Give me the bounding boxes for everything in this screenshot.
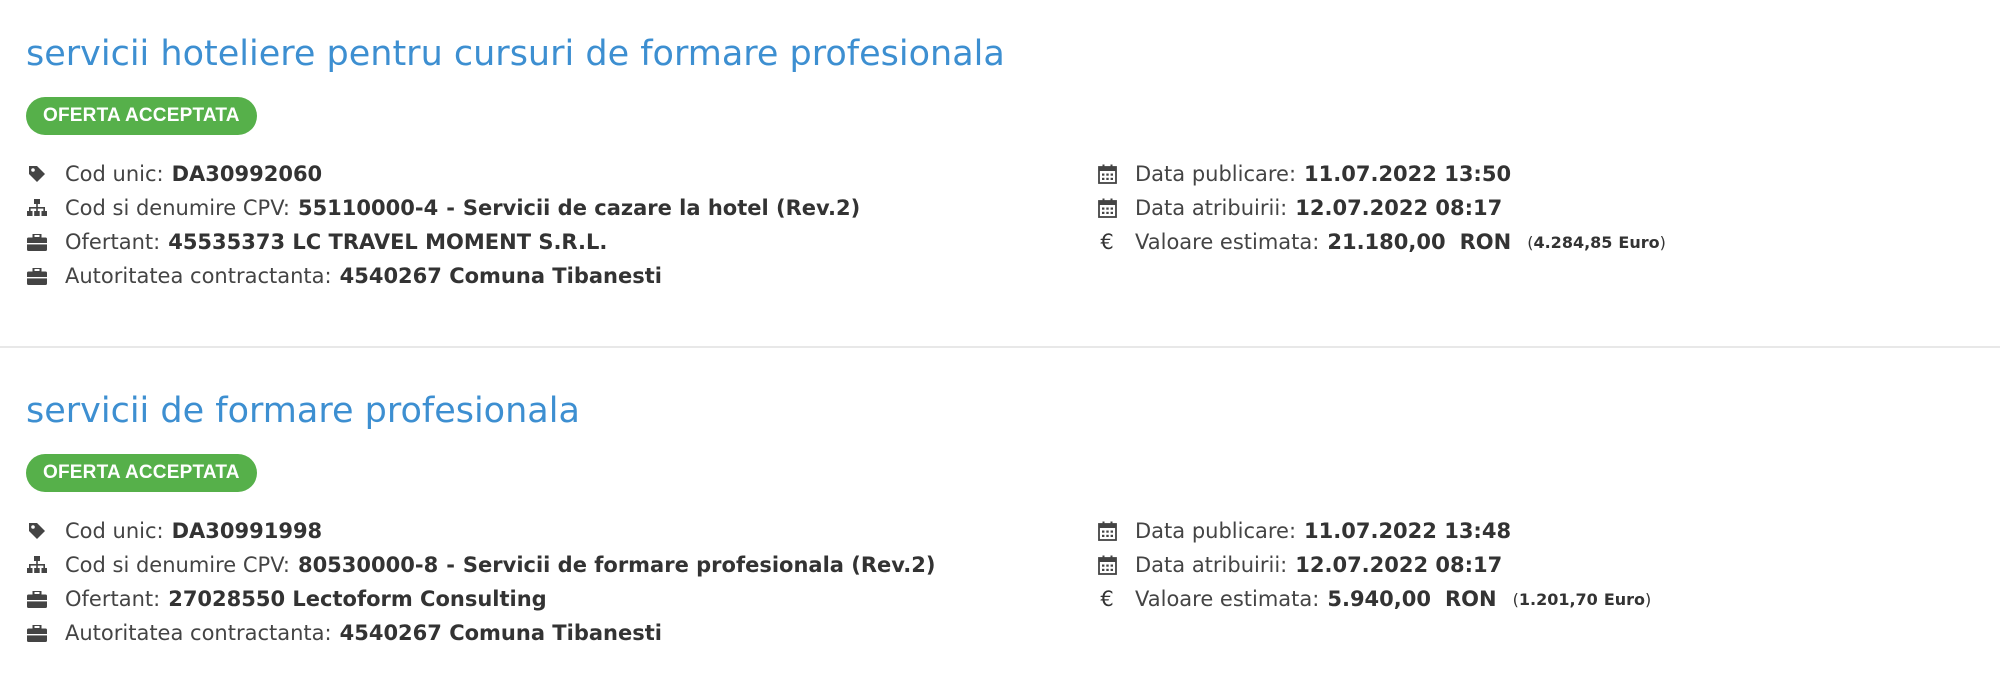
- euro-conversion: (1.201,70 Euro): [1513, 590, 1652, 609]
- listing-title-link[interactable]: servicii hoteliere pentru cursuri de for…: [26, 30, 1005, 78]
- ofertant-value: 45535373 LC TRAVEL MOMENT S.R.L.: [168, 230, 608, 254]
- valoare-currency: RON: [1459, 230, 1512, 254]
- data-atribuirii-label: Data atribuirii:: [1135, 553, 1288, 577]
- cpv-label: Cod si denumire CPV:: [65, 196, 290, 220]
- cpv-row: Cod si denumire CPV: 80530000-8 - Servic…: [26, 548, 935, 582]
- data-publicare-value: 11.07.2022 13:48: [1304, 519, 1512, 543]
- details-right-column: Data publicare: 11.07.2022 13:50 Data at…: [1096, 157, 1666, 259]
- euro-conversion: (4.284,85 Euro): [1527, 233, 1666, 252]
- cod-unic-label: Cod unic:: [65, 519, 164, 543]
- cpv-separator: -: [446, 196, 455, 220]
- ofertant-value: 27028550 Lectoform Consulting: [168, 587, 547, 611]
- autoritate-label: Autoritatea contractanta:: [65, 621, 332, 645]
- status-badge: OFERTA ACCEPTATA: [26, 454, 257, 492]
- euro-icon: €: [1100, 587, 1114, 611]
- details-left-column: Cod unic: DA30992060 Cod si denumire CPV…: [26, 157, 860, 293]
- valoare-label: Valoare estimata:: [1135, 587, 1320, 611]
- cpv-name: Servicii de formare profesionala (Rev.2): [462, 553, 936, 577]
- cpv-code: 80530000-8: [297, 553, 439, 577]
- data-publicare-row: Data publicare: 11.07.2022 13:48: [1096, 514, 1651, 548]
- briefcase-icon: [26, 622, 48, 644]
- euro-icon: €: [1100, 230, 1114, 254]
- autoritate-value: 4540267 Comuna Tibanesti: [339, 264, 662, 288]
- valoare-value: 21.180,00: [1327, 230, 1446, 254]
- cod-unic-value: DA30992060: [171, 162, 323, 186]
- data-atribuirii-row: Data atribuirii: 12.07.2022 08:17: [1096, 191, 1666, 225]
- euro-value: 1.201,70: [1518, 589, 1598, 609]
- valoare-value: 5.940,00: [1327, 587, 1431, 611]
- cpv-name: Servicii de cazare la hotel (Rev.2): [462, 196, 861, 220]
- autoritate-row: Autoritatea contractanta: 4540267 Comuna…: [26, 259, 860, 293]
- valoare-currency: RON: [1445, 587, 1497, 611]
- cod-unic-row: Cod unic: DA30991998: [26, 514, 935, 548]
- cod-unic-label: Cod unic:: [65, 162, 164, 186]
- listing-divider: [0, 346, 2000, 348]
- listing-title-link[interactable]: servicii de formare profesionala: [26, 387, 580, 435]
- details-right-column: Data publicare: 11.07.2022 13:48 Data at…: [1096, 514, 1651, 616]
- data-publicare-row: Data publicare: 11.07.2022 13:50: [1096, 157, 1666, 191]
- ofertant-label: Ofertant:: [65, 230, 161, 254]
- data-atribuirii-label: Data atribuirii:: [1135, 196, 1288, 220]
- data-publicare-label: Data publicare:: [1135, 162, 1297, 186]
- euro-close-paren: ): [1659, 232, 1666, 252]
- valoare-row: € Valoare estimata: 21.180,00 RON (4.284…: [1096, 225, 1666, 259]
- briefcase-icon: [26, 265, 48, 287]
- cpv-row: Cod si denumire CPV: 55110000-4 - Servic…: [26, 191, 860, 225]
- data-publicare-label: Data publicare:: [1135, 519, 1297, 543]
- sitemap-icon: [26, 197, 48, 219]
- tag-icon: [26, 163, 48, 185]
- autoritate-label: Autoritatea contractanta:: [65, 264, 332, 288]
- sitemap-icon: [26, 554, 48, 576]
- data-atribuirii-value: 12.07.2022 08:17: [1295, 553, 1503, 577]
- euro-unit: Euro: [1618, 232, 1660, 252]
- euro-value: 4.284,85: [1533, 232, 1613, 252]
- details-left-column: Cod unic: DA30991998 Cod si denumire CPV…: [26, 514, 935, 650]
- euro-unit: Euro: [1603, 589, 1646, 609]
- autoritate-row: Autoritatea contractanta: 4540267 Comuna…: [26, 616, 935, 650]
- cpv-separator: -: [446, 553, 455, 577]
- valoare-row: € Valoare estimata: 5.940,00 RON (1.201,…: [1096, 582, 1651, 616]
- status-badge: OFERTA ACCEPTATA: [26, 97, 257, 135]
- data-publicare-value: 11.07.2022 13:50: [1304, 162, 1512, 186]
- data-atribuirii-value: 12.07.2022 08:17: [1295, 196, 1503, 220]
- cpv-code: 55110000-4: [297, 196, 439, 220]
- tag-icon: [26, 520, 48, 542]
- data-atribuirii-row: Data atribuirii: 12.07.2022 08:17: [1096, 548, 1651, 582]
- ofertant-label: Ofertant:: [65, 587, 161, 611]
- valoare-label: Valoare estimata:: [1135, 230, 1320, 254]
- briefcase-icon: [26, 588, 48, 610]
- briefcase-icon: [26, 231, 48, 253]
- cod-unic-row: Cod unic: DA30992060: [26, 157, 860, 191]
- calendar-icon: [1096, 520, 1118, 542]
- calendar-icon: [1096, 163, 1118, 185]
- calendar-icon: [1096, 554, 1118, 576]
- ofertant-row: Ofertant: 27028550 Lectoform Consulting: [26, 582, 935, 616]
- cod-unic-value: DA30991998: [171, 519, 323, 543]
- autoritate-value: 4540267 Comuna Tibanesti: [339, 621, 662, 645]
- cpv-label: Cod si denumire CPV:: [65, 553, 290, 577]
- ofertant-row: Ofertant: 45535373 LC TRAVEL MOMENT S.R.…: [26, 225, 860, 259]
- euro-close-paren: ): [1645, 589, 1652, 609]
- calendar-icon: [1096, 197, 1118, 219]
